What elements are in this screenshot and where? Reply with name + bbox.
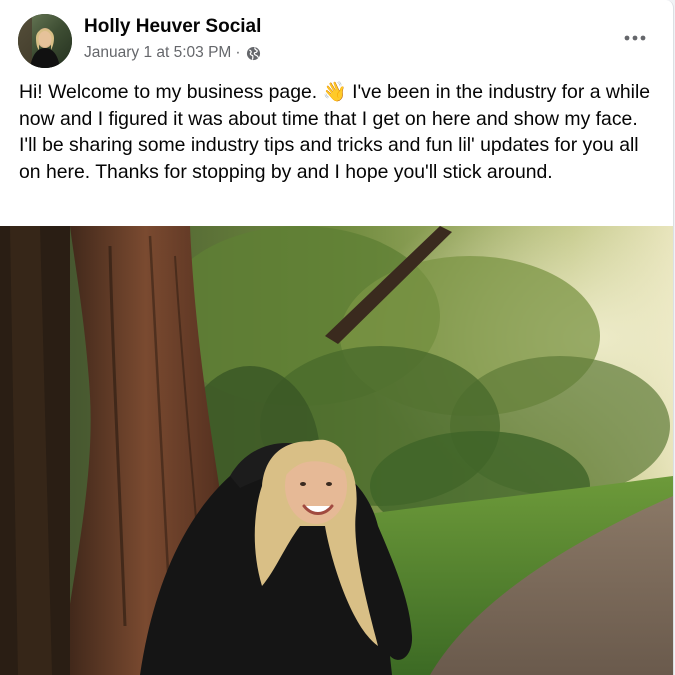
post-header: Holly Heuver Social January 1 at 5:03 PM… bbox=[18, 14, 653, 70]
author-name[interactable]: Holly Heuver Social bbox=[84, 16, 261, 38]
meta-separator: · bbox=[235, 44, 241, 61]
avatar-image bbox=[18, 14, 72, 68]
post-timestamp[interactable]: January 1 at 5:03 PM bbox=[84, 44, 231, 62]
facebook-post: Holly Heuver Social January 1 at 5:03 PM… bbox=[0, 0, 674, 675]
post-meta: January 1 at 5:03 PM · bbox=[84, 44, 261, 62]
author-avatar[interactable] bbox=[18, 14, 72, 68]
globe-icon[interactable] bbox=[246, 46, 261, 61]
post-text: Hi! Welcome to my business page. 👋 I've … bbox=[19, 81, 651, 183]
more-options-icon[interactable] bbox=[621, 28, 649, 48]
post-photo[interactable] bbox=[0, 226, 673, 675]
